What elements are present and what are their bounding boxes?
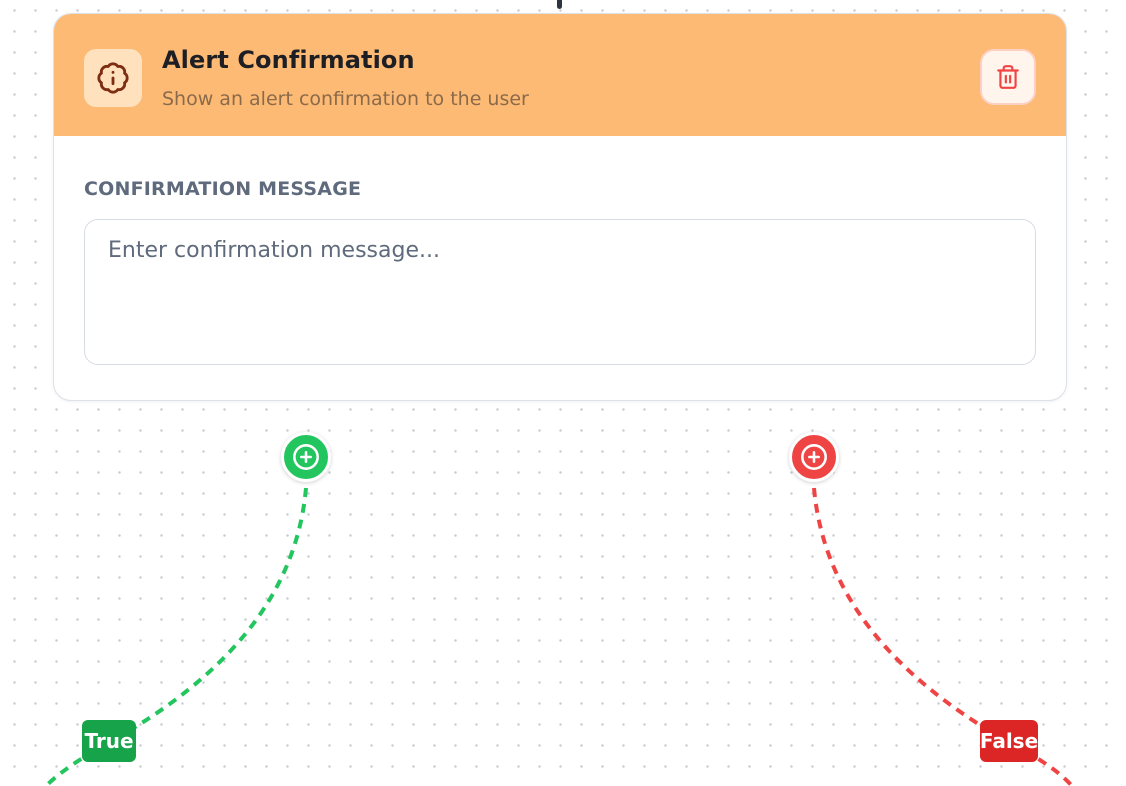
delete-node-button[interactable] xyxy=(980,49,1036,105)
node-body: CONFIRMATION MESSAGE xyxy=(54,136,1066,395)
true-branch-label: True xyxy=(82,720,136,762)
node-header: Alert Confirmation Show an alert confirm… xyxy=(54,14,1066,136)
false-branch-label: False xyxy=(980,720,1038,762)
add-true-branch-button[interactable] xyxy=(281,432,331,482)
node-title: Alert Confirmation xyxy=(162,46,415,74)
plus-circle-icon xyxy=(801,444,827,470)
confirmation-message-label: CONFIRMATION MESSAGE xyxy=(84,178,362,200)
flow-canvas[interactable]: Alert Confirmation Show an alert confirm… xyxy=(0,0,1126,786)
confirmation-message-input[interactable] xyxy=(84,219,1036,365)
alert-confirmation-node[interactable]: Alert Confirmation Show an alert confirm… xyxy=(53,13,1067,401)
trash-icon xyxy=(997,65,1019,89)
plus-circle-icon xyxy=(293,444,319,470)
node-subtitle: Show an alert confirmation to the user xyxy=(162,88,529,110)
badge-info-icon xyxy=(84,49,142,107)
add-false-branch-button[interactable] xyxy=(789,432,839,482)
